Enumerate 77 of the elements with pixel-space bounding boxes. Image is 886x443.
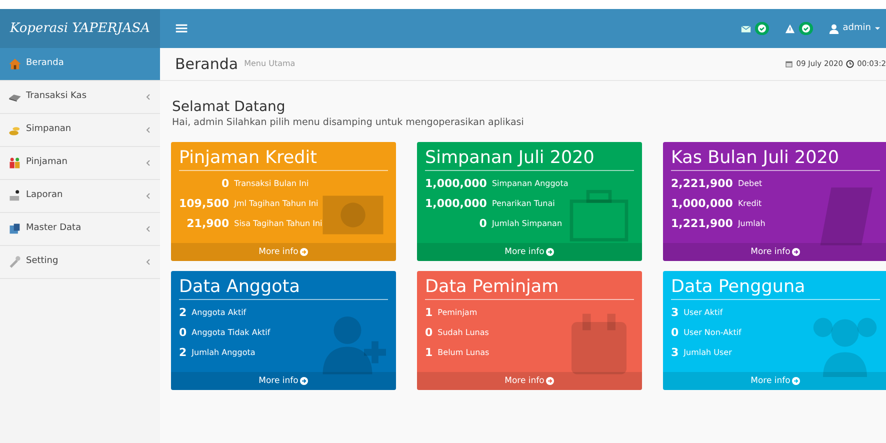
stat-label: Jumlah (738, 218, 766, 230)
arrow-circle-icon (792, 248, 800, 256)
stat-label: Transaksi Bulan Ini (234, 178, 310, 190)
menu-toggle[interactable]: ≡ (160, 9, 204, 48)
stat-value: 109,500 (179, 194, 234, 214)
stat-value: 1,221,900 (671, 214, 738, 234)
stat-label: User Non-Aktif (684, 327, 742, 340)
page-title: Beranda (175, 55, 238, 73)
stat-label: Debet (738, 178, 764, 190)
stat-value: 1,000,000 (425, 196, 488, 212)
stat-label: Sisa Tagihan Tahun Ini (234, 218, 322, 230)
stat-value: 0 (425, 325, 434, 342)
database-icon (8, 222, 22, 236)
welcome-text: Hai, admin Silahkan pilih menu disamping untuk mengoperasikan aplikasi (172, 116, 525, 130)
stat-label: Jumlah Anggota (192, 347, 256, 360)
card-title: Kas Bulan Juli 2020 (671, 148, 880, 172)
stat-label: Jml Tagihan Tahun Ini (234, 198, 320, 210)
mail-icon (740, 24, 751, 34)
stat-label: Belum Lunas (438, 347, 490, 360)
chevron-left-icon (146, 127, 150, 133)
welcome-title: Selamat Datang (172, 99, 286, 116)
stat-value: 2 (179, 343, 192, 364)
card-title: Simpanan Juli 2020 (425, 148, 634, 172)
card-title: Data Anggota (179, 277, 388, 300)
arrow-circle-icon (300, 248, 308, 256)
user-icon (828, 24, 839, 34)
stat-value: 21,900 (186, 216, 230, 232)
chevron-left-icon (146, 259, 150, 265)
stat-value: 1 (425, 305, 434, 322)
chevron-left-icon (146, 160, 150, 166)
stat-value: 0 (425, 214, 492, 234)
caret-icon (875, 27, 880, 30)
chevron-left-icon (146, 226, 150, 232)
stat-label: Jumlah Simpanan (492, 218, 564, 230)
stat-label: Anggota Tidak Aktif (192, 327, 270, 340)
stat-value: 1,000,000 (425, 176, 488, 192)
stat-value: 0 (179, 174, 234, 194)
home-icon (8, 57, 22, 71)
more-info-link[interactable]: More info (417, 243, 642, 262)
stat-label: Simpanan Anggota (492, 178, 568, 190)
clock-icon (846, 60, 854, 68)
card-title: Data Peminjam (425, 277, 634, 300)
stat-value: 3 (671, 343, 684, 364)
stat-value: 1 (425, 345, 434, 362)
stat-value: 0 (671, 325, 680, 342)
card-title: Data Pengguna (671, 277, 880, 300)
brand-logo: Koperasi YAPERJASA (0, 9, 160, 48)
stat-value: 2 (179, 303, 192, 324)
stat-label: Kredit (738, 198, 763, 210)
stat-label: Anggota Aktif (192, 307, 248, 320)
arrow-circle-icon (546, 248, 554, 256)
stat-label: User Aktif (684, 307, 724, 320)
more-info-link[interactable]: More info (417, 372, 642, 390)
stat-label: Jumlah User (684, 347, 733, 360)
check-badge-icon (754, 22, 769, 35)
arrow-circle-icon (792, 377, 800, 386)
sidebar-item[interactable]: Beranda (0, 48, 160, 81)
wrench-icon (8, 255, 22, 269)
stat-value: 1,000,000 (671, 196, 734, 212)
more-info-link[interactable]: More info (663, 243, 886, 262)
chevron-left-icon (146, 193, 150, 199)
warning-icon (784, 24, 795, 34)
page-subtitle: Menu Utama (244, 58, 296, 70)
stat-label: Peminjam (438, 307, 478, 320)
stat-label: Penarikan Tunai (492, 198, 556, 210)
chevron-left-icon (146, 94, 150, 100)
user-menu[interactable]: admin (828, 22, 880, 36)
stat-value: 3 (671, 305, 680, 322)
arrow-circle-icon (546, 377, 554, 386)
stat-value: 0 (179, 323, 192, 344)
calendar-icon (785, 60, 794, 68)
check-badge-icon (798, 22, 813, 35)
stat-label: Sudah Lunas (438, 327, 490, 340)
stat-value: 2,221,900 (671, 176, 734, 192)
arrow-circle-icon (300, 377, 308, 386)
card-title: Pinjaman Kredit (179, 148, 388, 172)
people-icon (8, 156, 22, 170)
